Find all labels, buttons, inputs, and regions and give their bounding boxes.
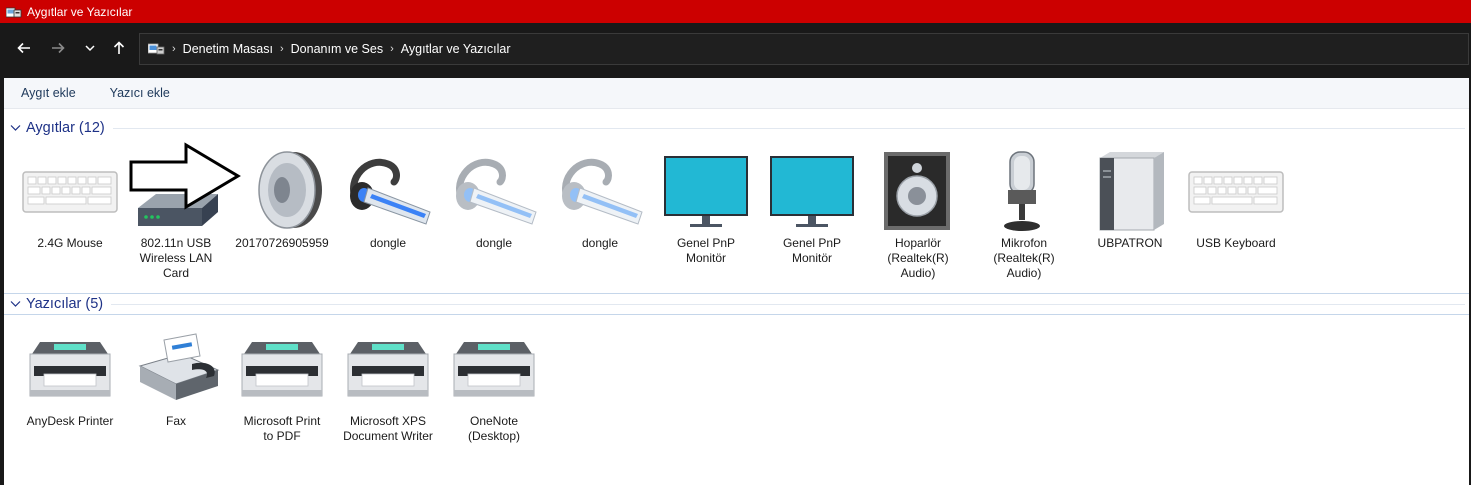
device-label: Mikrofon (Realtek(R) Audio)	[993, 236, 1055, 280]
breadcrumb-control-panel[interactable]: Denetim Masası	[183, 42, 273, 56]
group-divider	[112, 127, 1465, 129]
printer-item[interactable]: Fax	[123, 330, 229, 429]
group-header-devices[interactable]: Aygıtlar (12)	[4, 117, 1469, 139]
breadcrumb-hardware-sound[interactable]: Donanım ve Ses	[291, 42, 383, 56]
devices-printers-icon	[147, 42, 165, 56]
chevron-down-icon[interactable]	[79, 37, 101, 59]
devices-printers-app-icon	[5, 5, 22, 19]
breadcrumb-devices-printers[interactable]: Aygıtlar ve Yazıcılar	[401, 42, 511, 56]
device-label: USB Keyboard	[1196, 236, 1276, 250]
printer-icon	[338, 330, 438, 410]
headset-icon	[338, 148, 438, 232]
printer-item[interactable]: AnyDesk Printer	[17, 330, 123, 429]
group-header-printers[interactable]: Yazıcılar (5)	[4, 293, 1469, 315]
group-divider	[111, 303, 1465, 305]
device-item[interactable]: dongle	[547, 148, 653, 251]
device-label: 802.11n USB Wireless LAN Card	[139, 236, 213, 280]
up-arrow-icon[interactable]	[108, 37, 130, 59]
printer-label: AnyDesk Printer	[26, 414, 114, 428]
chevron-down-icon[interactable]	[10, 122, 24, 135]
speaker-box-icon	[868, 148, 968, 232]
device-label: dongle	[369, 236, 407, 250]
fax-icon	[126, 330, 226, 410]
breadcrumb-separator-icon[interactable]: ›	[280, 43, 284, 55]
forward-arrow-icon[interactable]	[47, 37, 69, 59]
device-item[interactable]: USB Keyboard	[1183, 148, 1289, 251]
chevron-down-icon[interactable]	[10, 298, 24, 311]
device-item[interactable]: Genel PnP Monitör	[759, 148, 865, 266]
breadcrumb-separator-icon[interactable]: ›	[172, 43, 176, 55]
add-device-button[interactable]: Aygıt ekle	[4, 86, 93, 100]
device-label: dongle	[475, 236, 513, 250]
printer-icon	[444, 330, 544, 410]
group-title-devices: Aygıtlar (12)	[26, 120, 105, 136]
group-title-printers: Yazıcılar (5)	[26, 296, 104, 312]
printer-item[interactable]: OneNote (Desktop)	[441, 330, 547, 444]
microphone-icon	[974, 148, 1074, 232]
speaker-icon	[232, 148, 332, 232]
device-label: UBPATRON	[1097, 236, 1163, 250]
keyboard-icon	[1186, 148, 1286, 232]
headset-icon	[444, 148, 544, 232]
device-item[interactable]: Mikrofon (Realtek(R) Audio)	[971, 148, 1077, 281]
device-label: Hoparlör (Realtek(R) Audio)	[887, 236, 949, 280]
device-label: dongle	[581, 236, 619, 250]
device-item[interactable]: dongle	[441, 148, 547, 251]
address-bar[interactable]: › Denetim Masası › Donanım ve Ses › Aygı…	[139, 33, 1469, 65]
annotation-arrow-icon	[129, 142, 241, 210]
add-printer-button[interactable]: Yazıcı ekle	[93, 86, 187, 100]
printer-item[interactable]: Microsoft Print to PDF	[229, 330, 335, 444]
window-title: Aygıtlar ve Yazıcılar	[27, 4, 133, 19]
printer-icon	[20, 330, 120, 410]
device-label: Genel PnP Monitör	[782, 236, 842, 265]
monitor-icon	[762, 148, 862, 232]
computer-tower-icon	[1080, 148, 1180, 232]
device-item[interactable]: 2.4G Mouse	[17, 148, 123, 251]
command-bar: Aygıt ekle Yazıcı ekle	[4, 78, 1469, 109]
breadcrumb-separator-icon[interactable]: ›	[390, 43, 394, 55]
navigation-bar: › Denetim Masası › Donanım ve Ses › Aygı…	[0, 23, 1471, 78]
title-bar[interactable]: Aygıtlar ve Yazıcılar	[0, 0, 1471, 23]
printer-icon	[232, 330, 332, 410]
printer-label: Microsoft XPS Document Writer	[343, 414, 433, 443]
device-label: 2.4G Mouse	[37, 236, 103, 250]
monitor-icon	[656, 148, 756, 232]
device-item[interactable]: Hoparlör (Realtek(R) Audio)	[865, 148, 971, 281]
printer-label: Microsoft Print to PDF	[243, 414, 321, 443]
device-item[interactable]: 20170726905959	[229, 148, 335, 251]
printer-item[interactable]: Microsoft XPS Document Writer	[335, 330, 441, 444]
printer-label: Fax	[165, 414, 186, 428]
back-arrow-icon[interactable]	[13, 37, 35, 59]
device-item[interactable]: UBPATRON	[1077, 148, 1183, 251]
device-item[interactable]: Genel PnP Monitör	[653, 148, 759, 266]
headset-icon	[550, 148, 650, 232]
device-label: Genel PnP Monitör	[676, 236, 736, 265]
device-label: 20170726905959	[235, 236, 329, 250]
printer-label: OneNote (Desktop)	[467, 414, 520, 443]
device-item[interactable]: dongle	[335, 148, 441, 251]
keyboard-icon	[20, 148, 120, 232]
